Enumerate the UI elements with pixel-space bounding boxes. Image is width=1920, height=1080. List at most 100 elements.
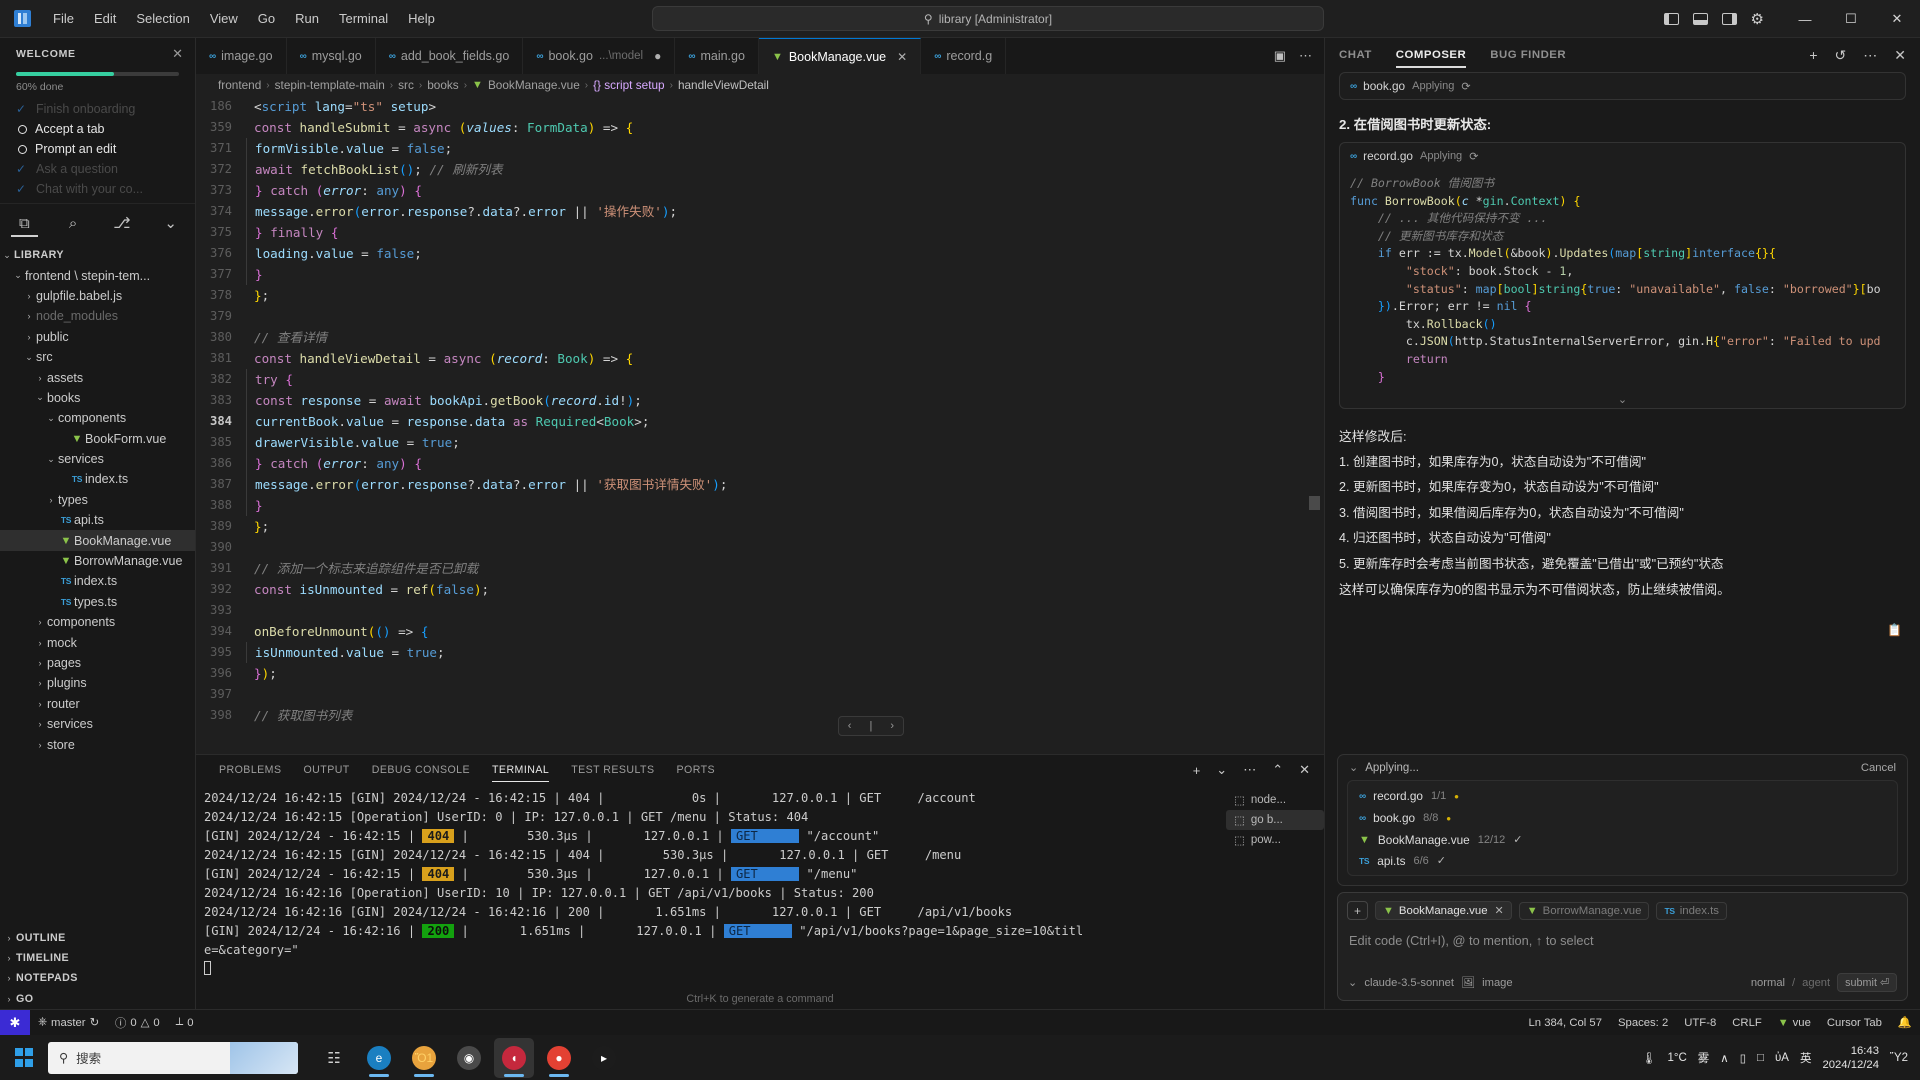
menu-item-help[interactable]: Help — [399, 7, 444, 30]
split-terminal-icon[interactable]: ⌄ — [1216, 762, 1227, 778]
terminal-output[interactable]: 2024/12/24 16:42:15 [GIN] 2024/12/24 - 1… — [196, 785, 1226, 993]
tree-item-gulpfile-babel-js[interactable]: › gulpfile.babel.js — [0, 286, 195, 306]
tree-item-bookmanage-vue[interactable]: ▼ BookManage.vue — [0, 530, 195, 551]
tree-item-services[interactable]: › services — [0, 714, 195, 734]
menu-item-selection[interactable]: Selection — [127, 7, 198, 30]
context-chip-index-ts[interactable]: TS index.ts — [1656, 901, 1727, 920]
panel-tab-terminal[interactable]: TERMINAL — [481, 755, 560, 785]
tree-item-frontend-stepin-tem-[interactable]: ⌄ frontend \ stepin-tem... — [0, 265, 195, 285]
close-panel-icon[interactable]: ✕ — [1299, 762, 1310, 778]
panel-tab-problems[interactable]: PROBLEMS — [208, 755, 292, 785]
tree-item-mock[interactable]: › mock — [0, 632, 195, 652]
notification-center-icon[interactable]: Ὕ2 — [1890, 1052, 1908, 1064]
applied-file-record-go[interactable]: ∞ record.go 1/1 • — [1348, 785, 1897, 807]
menu-item-file[interactable]: File — [44, 7, 83, 30]
explorer-icon[interactable]: ⧉ — [0, 215, 49, 237]
context-chip-bookmanage-vue[interactable]: ▼ BookManage.vue ✕ — [1375, 901, 1512, 920]
terminal-instance-gob[interactable]: ⬚ go b... — [1226, 810, 1324, 830]
chat-tab-composer[interactable]: COMPOSER — [1384, 38, 1478, 72]
minimize-button[interactable]: — — [1782, 0, 1828, 38]
status-ports[interactable]: ⟂ 0 — [168, 1010, 202, 1036]
onboarding-task-3[interactable]: ✓ Ask a question — [0, 159, 195, 179]
panel-tab-debug-console[interactable]: DEBUG CONSOLE — [361, 755, 481, 785]
model-chevron-icon[interactable]: ⌄ — [1348, 976, 1357, 989]
close-chat-icon[interactable]: ✕ — [1894, 47, 1906, 64]
toggle-primary-sidebar-icon[interactable] — [1663, 13, 1679, 25]
menu-item-run[interactable]: Run — [286, 7, 328, 30]
status-encoding[interactable]: UTF-8 — [1676, 1010, 1724, 1036]
status-problems[interactable]: ⓘ 0 △ 0 — [107, 1010, 168, 1036]
panel-tab-output[interactable]: OUTPUT — [292, 755, 360, 785]
chat-tab-chat[interactable]: CHAT — [1339, 38, 1384, 72]
editor-tab-book-go[interactable]: ∞ book.go ...\model ● — [523, 38, 676, 74]
code-editor[interactable]: 186 <script lang="ts" setup> 359 const hand… — [196, 96, 1324, 754]
model-selector[interactable]: claude-3.5-sonnet — [1364, 977, 1454, 989]
toggle-panel-icon[interactable] — [1692, 13, 1708, 25]
breadcrumb-item-5[interactable]: {} script setup — [593, 78, 664, 92]
battery-icon[interactable]: ▯ — [1740, 1051, 1746, 1065]
breadcrumb-item-1[interactable]: stepin-template-main — [275, 78, 385, 92]
tree-item-components[interactable]: ⌄ components — [0, 408, 195, 428]
tree-item-assets[interactable]: › assets — [0, 367, 195, 387]
close-button[interactable]: ✕ — [1874, 0, 1920, 38]
terminal-app-button[interactable]: ▸ — [584, 1038, 624, 1078]
editor-tab-main-go[interactable]: ∞ main.go — [675, 38, 759, 74]
chat-more-icon[interactable]: ⋯ — [1863, 47, 1877, 64]
sidebar-section-timeline[interactable]: › TIMELINE — [0, 948, 195, 968]
status-cursor-position[interactable]: Ln 384, Col 57 — [1521, 1010, 1611, 1036]
submit-button[interactable]: submit ⏎ — [1837, 973, 1897, 992]
breadcrumb-item-0[interactable]: frontend — [218, 78, 261, 92]
maximize-button[interactable]: ☐ — [1828, 0, 1874, 38]
applied-file-book-go[interactable]: ∞ book.go 8/8 • — [1348, 807, 1897, 829]
edge-button[interactable]: e — [359, 1038, 399, 1078]
onboarding-task-4[interactable]: ✓ Chat with your co... — [0, 179, 195, 199]
menu-item-view[interactable]: View — [201, 7, 247, 30]
new-chat-icon[interactable]: + — [1809, 47, 1817, 63]
tab-close-icon[interactable]: ✕ — [897, 50, 907, 64]
breadcrumb-item-2[interactable]: src — [398, 78, 414, 92]
tree-item-bookform-vue[interactable]: ▼ BookForm.vue — [0, 429, 195, 449]
cursor-button[interactable]: ◖ — [494, 1037, 534, 1078]
tree-item-types[interactable]: › types — [0, 490, 195, 510]
history-icon[interactable]: ↺ — [1835, 47, 1847, 64]
explorer-section-library[interactable]: ⌄ LIBRARY — [0, 245, 195, 265]
editor-tab-add-book-fields-go[interactable]: ∞ add_book_fields.go — [375, 38, 524, 74]
applied-file-api-ts[interactable]: TS api.ts 6/6 ✓ — [1348, 850, 1897, 871]
cursor-status-logo[interactable]: ✱ — [0, 1009, 30, 1036]
context-chip-borrowmanage-vue[interactable]: ▼ BorrowManage.vue — [1518, 901, 1650, 920]
tree-item-store[interactable]: › store — [0, 734, 195, 754]
breadcrumb-item-4[interactable]: BookManage.vue — [488, 78, 580, 92]
more-actions-icon[interactable]: ⋯ — [1299, 48, 1312, 64]
ime-indicator[interactable]: 英 — [1800, 1050, 1812, 1066]
tree-item-services[interactable]: ⌄ services — [0, 449, 195, 469]
breadcrumb-item-3[interactable]: books — [427, 78, 458, 92]
terminal-instance-node[interactable]: ⬚ node... — [1226, 790, 1324, 810]
tree-item-public[interactable]: › public — [0, 327, 195, 347]
source-control-icon[interactable]: ⎇ — [98, 214, 147, 237]
weather-desc[interactable]: 雾 — [1698, 1050, 1710, 1066]
start-button[interactable] — [0, 1048, 48, 1067]
welcome-close-icon[interactable]: ✕ — [172, 46, 183, 62]
menu-item-go[interactable]: Go — [249, 7, 284, 30]
tree-item-components[interactable]: › components — [0, 612, 195, 632]
status-eol[interactable]: CRLF — [1724, 1010, 1770, 1036]
game-button[interactable]: ◉ — [449, 1038, 489, 1078]
status-cursor-tab[interactable]: Cursor Tab — [1819, 1010, 1890, 1036]
inline-diff-nav[interactable]: ‹ | › — [837, 716, 904, 736]
image-label[interactable]: image — [1482, 977, 1512, 989]
chat-tab-bug-finder[interactable]: BUG FINDER — [1478, 38, 1578, 72]
chrome-button[interactable]: ● — [539, 1038, 579, 1078]
command-search-bar[interactable]: ⚲ library [Administrator] — [652, 6, 1324, 31]
image-icon[interactable]: 🖼 — [1461, 976, 1475, 989]
status-indentation[interactable]: Spaces: 2 — [1610, 1010, 1676, 1036]
tray-chevron-icon[interactable]: ∧ — [1720, 1051, 1728, 1065]
chevron-down-icon[interactable]: ⌄ — [1340, 390, 1905, 408]
onboarding-task-0[interactable]: ✓ Finish onboarding — [0, 99, 195, 119]
task-view-button[interactable]: ☷ — [314, 1038, 354, 1078]
scrollbar-thumb[interactable] — [1309, 496, 1320, 510]
chat-conversation[interactable]: ∞ book.go Applying ⟳ 2. 在借阅图书时更新状态: ∞ re… — [1325, 72, 1920, 754]
tree-item-api-ts[interactable]: TS api.ts — [0, 510, 195, 530]
status-branch[interactable]: ⎈ master ↻ — [30, 1010, 107, 1036]
notifications-bell-icon[interactable]: 🔔 — [1890, 1010, 1920, 1036]
file-explorer-button[interactable]: Ὄ1 — [404, 1038, 444, 1078]
